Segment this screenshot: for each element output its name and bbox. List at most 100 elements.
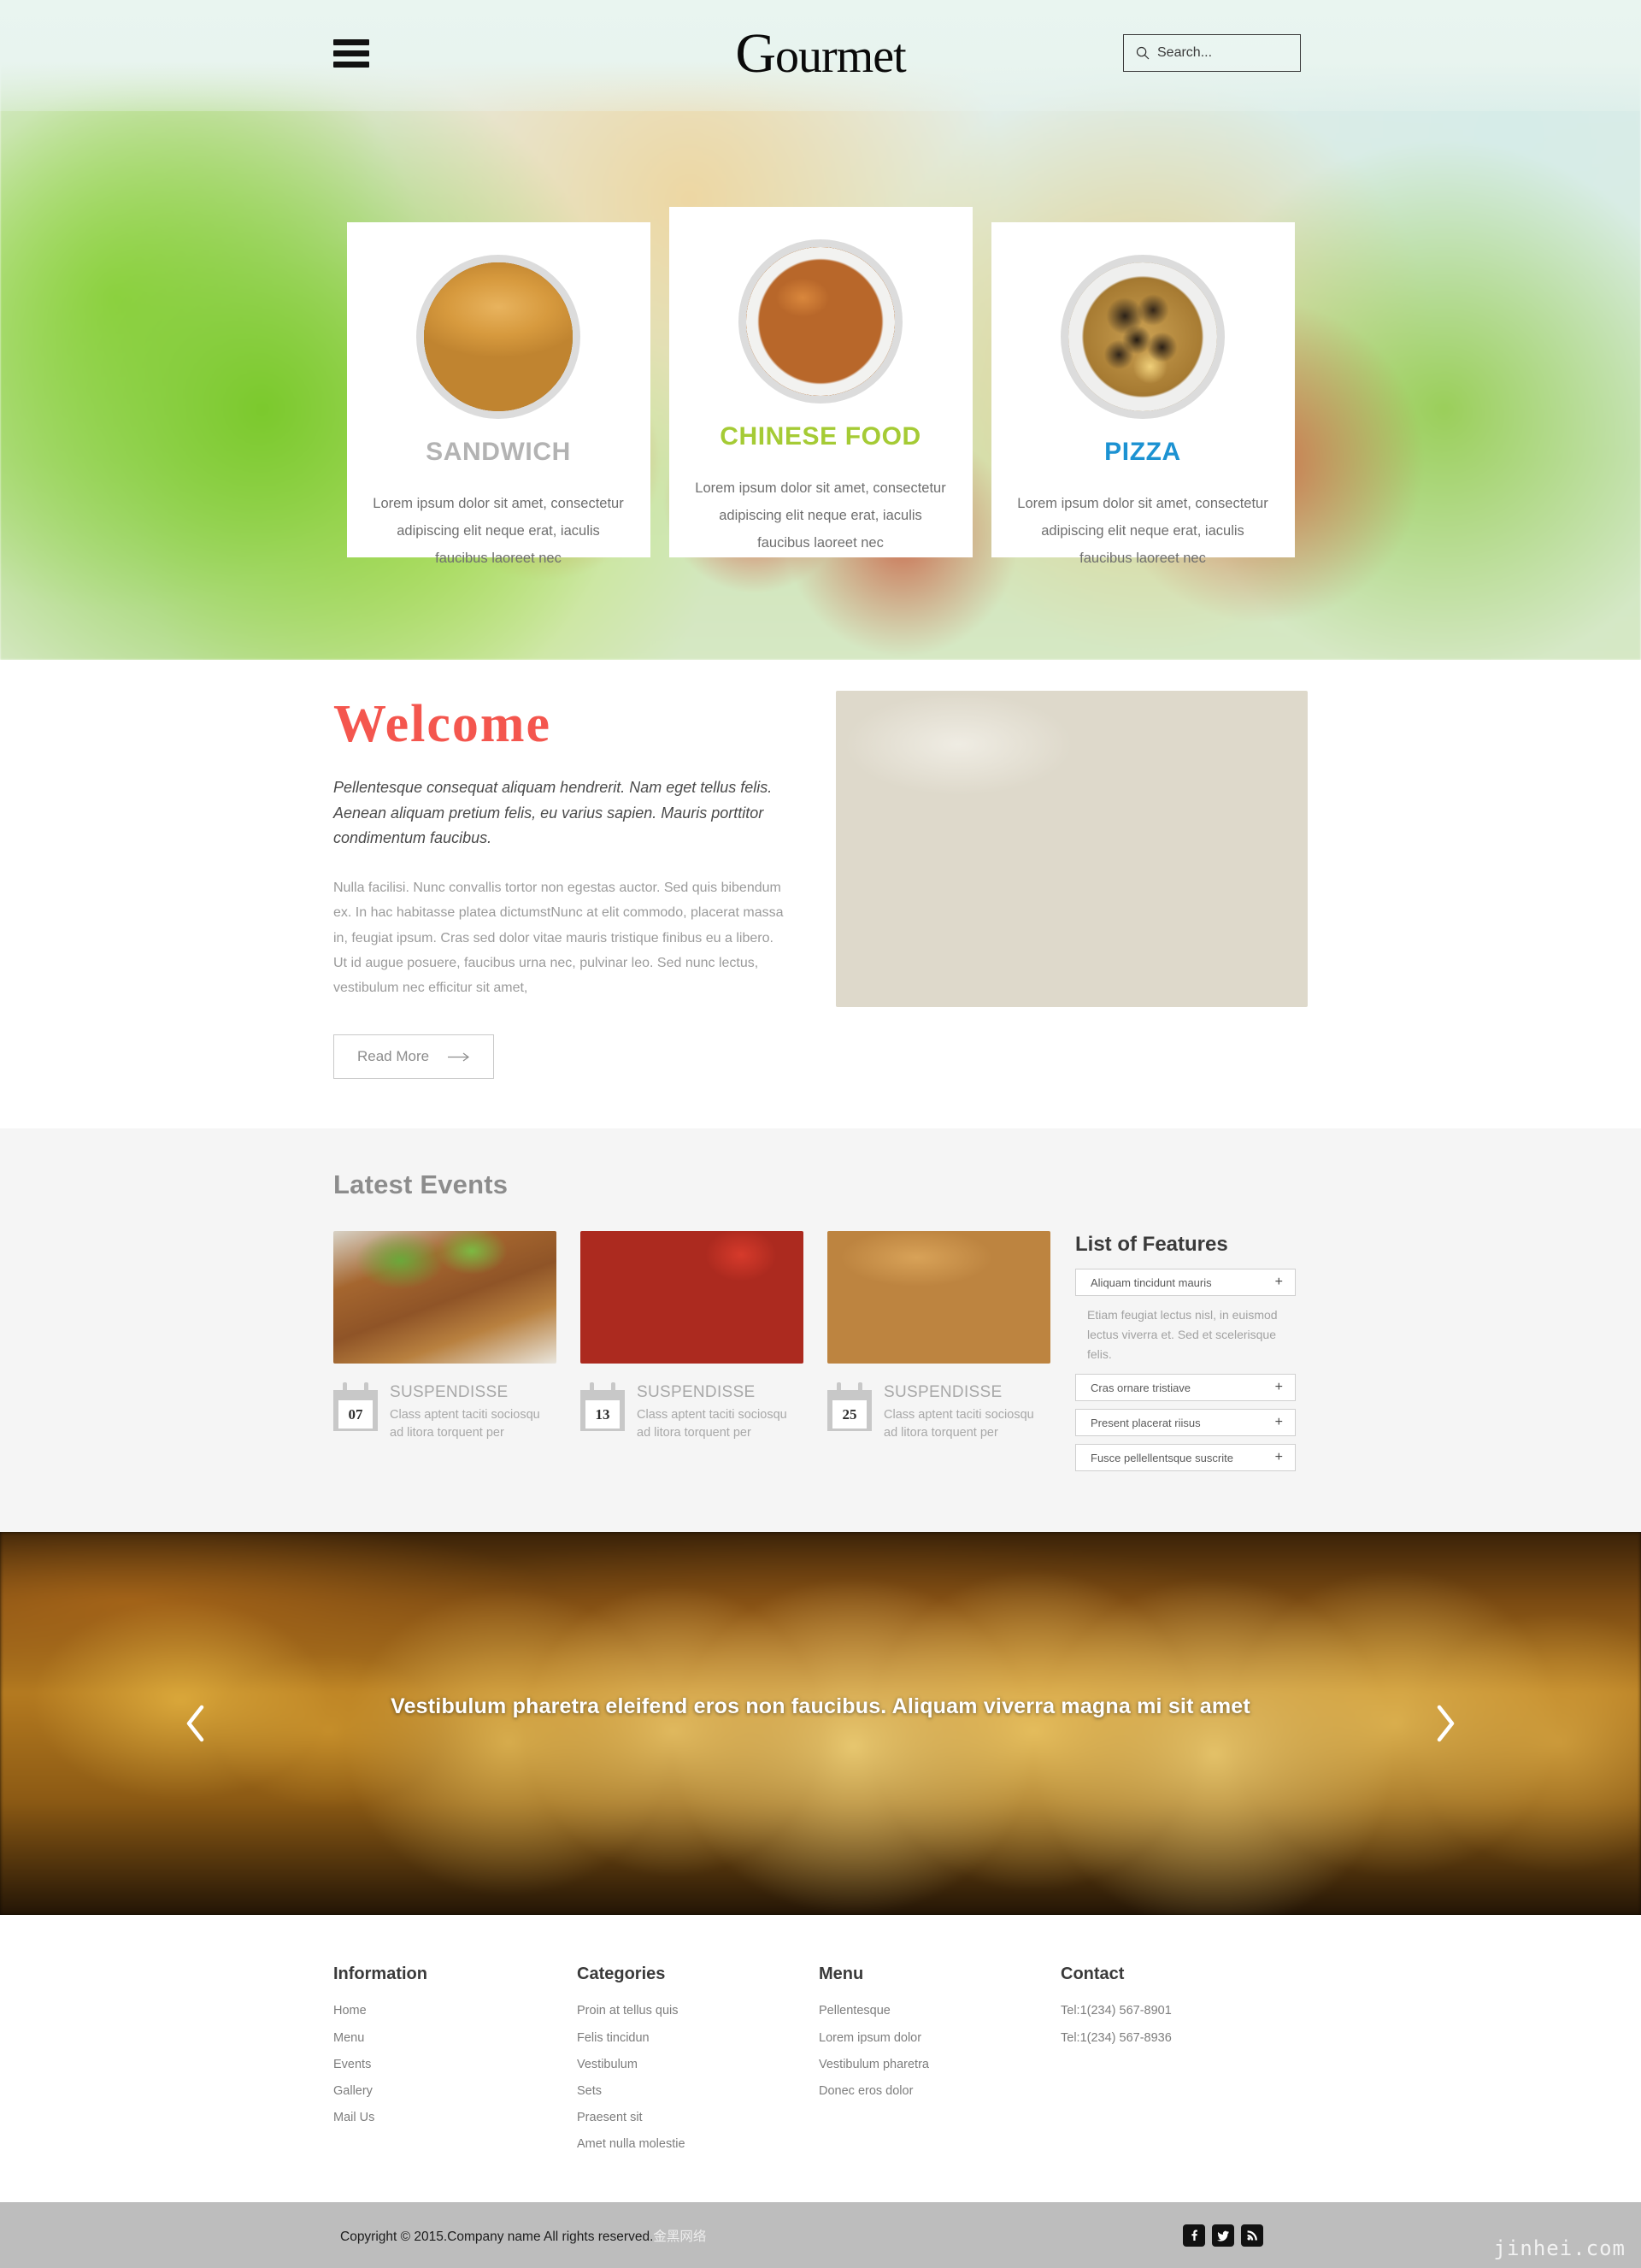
calendar-icon: 25 <box>827 1382 872 1441</box>
footer-heading: Menu <box>819 1965 864 1984</box>
hero-section: Gourmet SANDWICH Lorem ipsum dolor sit a… <box>0 0 1641 660</box>
footer-link[interactable]: Lorem ipsum dolor <box>819 2025 1061 2052</box>
footer-link[interactable]: Pellentesque <box>819 1998 1061 2024</box>
category-card-list: SANDWICH Lorem ipsum dolor sit amet, con… <box>0 207 1641 566</box>
category-card-pizza[interactable]: PIZZA Lorem ipsum dolor sit amet, consec… <box>991 222 1295 566</box>
rss-icon[interactable] <box>1241 2224 1263 2247</box>
copyright-suffix: 金黑网络 <box>653 2229 707 2244</box>
event-day: 13 <box>585 1400 620 1429</box>
category-description: Lorem ipsum dolor sit amet, consectetur … <box>1017 496 1268 567</box>
accordion-item-4[interactable]: Fusce pellellentsque suscrite + <box>1075 1444 1296 1472</box>
accordion-item-3[interactable]: Present placerat riisus + <box>1075 1409 1296 1437</box>
carousel-caption: Vestibulum pharetra eleifend eros non fa… <box>391 1694 1250 1719</box>
carousel-prev-button[interactable] <box>171 1699 221 1748</box>
event-name: SUSPENDISSE <box>637 1383 756 1402</box>
copyright-bar: Copyright © 2015.Company name All rights… <box>0 2202 1641 2268</box>
event-description: Class aptent taciti sociosqu ad litora t… <box>884 1408 1034 1440</box>
accordion-body-1: Etiam feugiat lectus nisl, in euismod le… <box>1087 1308 1278 1361</box>
accordion-label: Present placerat riisus <box>1091 1416 1201 1429</box>
footer-column-information: Information Home Menu Events Gallery Mai… <box>333 1965 577 2158</box>
sandwich-photo <box>424 262 573 411</box>
footer-column-menu: Menu Pellentesque Lorem ipsum dolor Vest… <box>819 1965 1061 2158</box>
event-card[interactable]: 07 SUSPENDISSE Class aptent taciti socio… <box>333 1231 556 1441</box>
latest-events-title: Latest Events <box>333 1169 509 1200</box>
footer-link[interactable]: Felis tincidun <box>577 2025 819 2052</box>
category-image-frame <box>1061 255 1225 419</box>
testimonial-carousel: Vestibulum pharetra eleifend eros non fa… <box>0 1532 1641 1916</box>
site-watermark: jinhei.com <box>1493 2236 1626 2261</box>
arrow-right-icon <box>448 1052 470 1062</box>
plus-icon: + <box>1274 1415 1283 1430</box>
copyright-label: Copyright © 2015.Company name All rights… <box>340 2229 654 2244</box>
footer-link[interactable]: Praesent sit <box>577 2105 819 2131</box>
calendar-icon: 13 <box>580 1382 625 1441</box>
footer-link[interactable]: Sets <box>577 2078 819 2105</box>
event-name: SUSPENDISSE <box>390 1383 509 1402</box>
footer-link[interactable]: Menu <box>333 2025 577 2052</box>
twitter-icon[interactable] <box>1212 2224 1234 2247</box>
footer-link[interactable]: Donec eros dolor <box>819 2078 1061 2105</box>
category-card-sandwich[interactable]: SANDWICH Lorem ipsum dolor sit amet, con… <box>346 222 650 566</box>
accordion-item-1[interactable]: Aliquam tincidunt mauris + <box>1075 1269 1296 1297</box>
category-title: PIZZA <box>1104 438 1181 466</box>
event-description: Class aptent taciti sociosqu ad litora t… <box>637 1408 787 1440</box>
footer-link[interactable]: Vestibulum <box>577 2052 819 2078</box>
event-day: 07 <box>338 1400 373 1429</box>
welcome-body-paragraph: Nulla facilisi. Nunc convallis tortor no… <box>333 881 784 996</box>
accordion-label: Aliquam tincidunt mauris <box>1091 1275 1212 1289</box>
carousel-next-button[interactable] <box>1420 1699 1470 1748</box>
footer-link[interactable]: Home <box>333 1998 577 2024</box>
search-input[interactable] <box>1157 45 1288 61</box>
read-more-button[interactable]: Read More <box>333 1034 495 1080</box>
footer-link[interactable]: Amet nulla molestie <box>577 2131 819 2158</box>
search-box[interactable] <box>1123 34 1301 72</box>
contact-phone-1: Tel:1(234) 567-8901 <box>1061 2004 1172 2018</box>
accordion-label: Cras ornare tristiave <box>1091 1381 1191 1394</box>
events-list: 07 SUSPENDISSE Class aptent taciti socio… <box>333 1231 1051 1479</box>
copyright-text: Copyright © 2015.Company name All rights… <box>340 2226 706 2245</box>
welcome-lead-paragraph: Pellentesque consequat aliquam hendrerit… <box>333 779 773 847</box>
category-image-frame <box>416 255 580 419</box>
category-description: Lorem ipsum dolor sit amet, consectetur … <box>695 480 946 551</box>
logo-rest: ourmet <box>775 30 907 83</box>
event-card[interactable]: 25 SUSPENDISSE Class aptent taciti socio… <box>827 1231 1050 1441</box>
calendar-icon: 07 <box>333 1382 378 1441</box>
read-more-label: Read More <box>357 1048 430 1065</box>
welcome-section: Welcome Pellentesque consequat aliquam h… <box>0 660 1641 1129</box>
footer-column-categories: Categories Proin at tellus quis Felis ti… <box>577 1965 819 2158</box>
social-links <box>1183 2224 1263 2247</box>
plus-icon: + <box>1274 1380 1283 1395</box>
footer-heading: Information <box>333 1965 427 1984</box>
burger-fries-photo <box>827 1231 1050 1364</box>
roast-duck-photo <box>333 1231 556 1364</box>
chevron-left-icon <box>186 1705 204 1742</box>
accordion-item-2[interactable]: Cras ornare tristiave + <box>1075 1374 1296 1402</box>
list-of-features: List of Features Aliquam tincidunt mauri… <box>1075 1231 1296 1479</box>
category-title: CHINESE FOOD <box>720 422 921 451</box>
facebook-icon[interactable] <box>1183 2224 1205 2247</box>
logo-initial: G <box>735 22 776 85</box>
footer-link[interactable]: Gallery <box>333 2078 577 2105</box>
chinese-food-photo <box>746 247 895 396</box>
accordion-label: Fusce pellellentsque suscrite <box>1091 1451 1233 1464</box>
features-title: List of Features <box>1075 1233 1228 1257</box>
footer-heading: Contact <box>1061 1965 1125 1984</box>
footer-link[interactable]: Vestibulum pharetra <box>819 2052 1061 2078</box>
beef-stew-photo <box>580 1231 803 1364</box>
footer-link[interactable]: Events <box>333 2052 577 2078</box>
pizza-photo <box>1068 262 1217 411</box>
site-logo[interactable]: Gourmet <box>0 26 1641 82</box>
category-title: SANDWICH <box>426 438 571 466</box>
plus-icon: + <box>1274 1450 1283 1465</box>
site-footer: Information Home Menu Events Gallery Mai… <box>0 1915 1641 2203</box>
chevron-right-icon <box>1437 1705 1455 1742</box>
page-root: Gourmet SANDWICH Lorem ipsum dolor sit a… <box>0 0 1641 2268</box>
category-description: Lorem ipsum dolor sit amet, consectetur … <box>373 496 624 567</box>
latest-events-section: Latest Events 07 SUSPENDISSE Class apten… <box>0 1128 1641 1533</box>
event-description: Class aptent taciti sociosqu ad litora t… <box>390 1408 540 1440</box>
footer-link[interactable]: Proin at tellus quis <box>577 1998 819 2024</box>
footer-link[interactable]: Mail Us <box>333 2105 577 2131</box>
event-card[interactable]: 13 SUSPENDISSE Class aptent taciti socio… <box>580 1231 803 1441</box>
footer-heading: Categories <box>577 1965 666 1984</box>
category-card-chinese-food[interactable]: CHINESE FOOD Lorem ipsum dolor sit amet,… <box>668 207 973 557</box>
